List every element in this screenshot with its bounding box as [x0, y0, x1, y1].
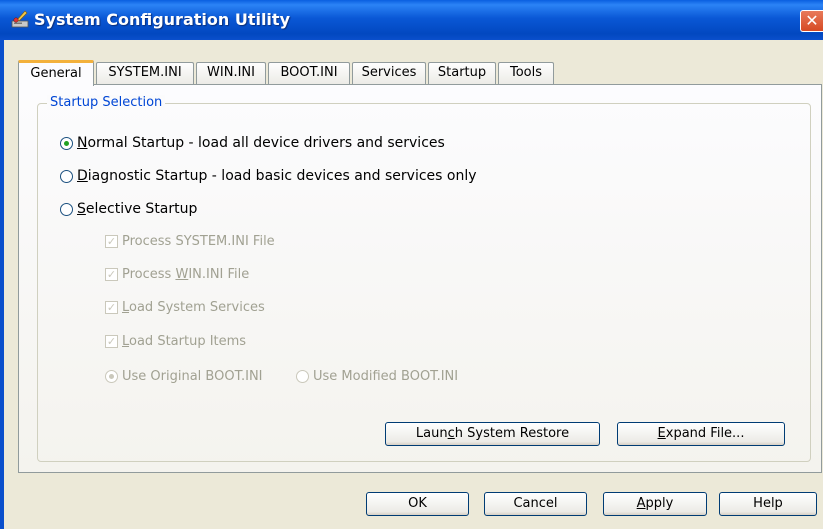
radio-use-original-boot-ini: Use Original BOOT.INI	[105, 369, 263, 384]
window-frame-left	[0, 40, 4, 529]
window-title: System Configuration Utility	[34, 10, 290, 29]
radio-button	[296, 370, 309, 383]
checkbox-load-system-services: ✓ Load System Services	[105, 300, 265, 315]
radio-selected-dot	[109, 374, 114, 379]
expand-file-button[interactable]: Expand File...	[617, 422, 785, 446]
close-button[interactable]: ✕	[800, 10, 823, 32]
ok-button[interactable]: OK	[366, 492, 469, 516]
radio-normal-startup[interactable]: Normal Startup - load all device drivers…	[60, 135, 445, 151]
launch-system-restore-button[interactable]: Launch System Restore	[385, 422, 600, 446]
tab-system-ini[interactable]: SYSTEM.INI	[96, 62, 194, 84]
checkbox-load-system-services-label: Load System Services	[122, 300, 265, 315]
radio-use-modified-boot-ini: Use Modified BOOT.INI	[296, 369, 458, 384]
radio-use-original-boot-ini-label: Use Original BOOT.INI	[122, 369, 263, 384]
cancel-button[interactable]: Cancel	[484, 492, 587, 516]
radio-button	[105, 370, 118, 383]
apply-button[interactable]: Apply	[603, 492, 707, 516]
tab-services[interactable]: Services	[352, 62, 426, 84]
checkmark-icon: ✓	[105, 235, 118, 248]
checkbox-process-system-ini: ✓ Process SYSTEM.INI File	[105, 234, 275, 249]
radio-diagnostic-startup-label: Diagnostic Startup - load basic devices …	[77, 168, 477, 184]
title-bar[interactable]: System Configuration Utility ✕	[0, 0, 823, 40]
checkbox-process-win-ini-label: Process WIN.INI File	[122, 267, 250, 282]
checkmark-icon: ✓	[105, 301, 118, 314]
radio-button[interactable]	[60, 136, 73, 150]
msconfig-app-icon	[11, 10, 29, 28]
radio-button[interactable]	[60, 169, 73, 183]
radio-diagnostic-startup[interactable]: Diagnostic Startup - load basic devices …	[60, 168, 477, 184]
radio-button[interactable]	[60, 202, 73, 216]
radio-selective-startup-label: Selective Startup	[77, 201, 198, 217]
tab-boot-ini[interactable]: BOOT.INI	[268, 62, 350, 84]
tab-startup[interactable]: Startup	[428, 62, 496, 84]
radio-selected-dot	[64, 140, 69, 146]
tab-tools[interactable]: Tools	[498, 62, 554, 84]
checkbox-load-startup-items-label: Load Startup Items	[122, 334, 247, 349]
radio-normal-startup-label: Normal Startup - load all device drivers…	[77, 135, 445, 151]
close-icon: ✕	[805, 11, 819, 30]
radio-selective-startup[interactable]: Selective Startup	[60, 201, 197, 217]
checkmark-icon: ✓	[105, 268, 118, 281]
help-button[interactable]: Help	[719, 492, 817, 516]
tab-general[interactable]: General	[18, 60, 94, 86]
checkbox-process-system-ini-label: Process SYSTEM.INI File	[122, 234, 275, 249]
checkmark-icon: ✓	[105, 335, 118, 348]
radio-use-modified-boot-ini-label: Use Modified BOOT.INI	[313, 369, 459, 384]
startup-selection-legend: Startup Selection	[47, 95, 166, 110]
startup-selection-group	[37, 103, 811, 462]
checkbox-load-startup-items: ✓ Load Startup Items	[105, 334, 246, 349]
tab-win-ini[interactable]: WIN.INI	[196, 62, 266, 84]
checkbox-process-win-ini: ✓ Process WIN.INI File	[105, 267, 249, 282]
